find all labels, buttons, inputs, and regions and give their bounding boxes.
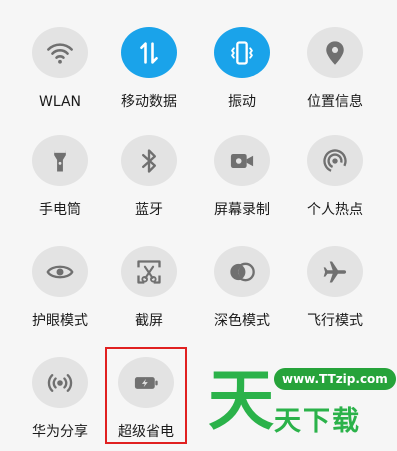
airplane-mode-toggle[interactable]: 飞行模式 <box>287 229 383 329</box>
huawei-share-label: 华为分享 <box>32 424 88 440</box>
location-icon <box>326 40 344 65</box>
screen-record-icon <box>230 153 254 168</box>
screenshot-icon <box>137 259 161 284</box>
super-power-saving-button[interactable] <box>118 357 174 408</box>
mobile-data-label: 移动数据 <box>121 94 177 110</box>
eye-comfort-label: 护眼模式 <box>32 313 88 329</box>
dark-mode-label: 深色模式 <box>214 313 270 329</box>
hotspot-button[interactable] <box>307 135 363 186</box>
wlan-button[interactable] <box>32 27 88 78</box>
dark-mode-button[interactable] <box>214 246 270 297</box>
airplane-icon <box>323 261 347 282</box>
screen-record-label: 屏幕录制 <box>214 202 270 218</box>
bluetooth-toggle[interactable]: 蓝牙 <box>101 118 197 218</box>
watermark-url: www.TTzip.com <box>274 368 396 390</box>
screen-record-button[interactable] <box>214 135 270 186</box>
screenshot-toggle[interactable]: 截屏 <box>101 229 197 329</box>
screen-record-toggle[interactable]: 屏幕录制 <box>194 118 290 218</box>
vibrate-icon <box>231 40 253 65</box>
watermark: 天 www.TTzip.com 天下载 <box>208 362 396 444</box>
airplane-mode-button[interactable] <box>307 246 363 297</box>
watermark-text: 天下载 <box>274 406 361 437</box>
huawei-share-toggle[interactable]: 华为分享 <box>12 340 108 440</box>
mobile-data-button[interactable] <box>121 27 177 78</box>
super-power-saving-label: 超级省电 <box>118 424 174 440</box>
flashlight-icon <box>54 150 66 171</box>
eye-icon <box>46 265 74 278</box>
screenshot-label: 截屏 <box>135 313 163 329</box>
huawei-share-button[interactable] <box>32 357 88 408</box>
super-power-saving-icon <box>134 376 158 389</box>
bluetooth-icon <box>142 148 156 173</box>
eye-comfort-button[interactable] <box>32 246 88 297</box>
bluetooth-button[interactable] <box>121 135 177 186</box>
huawei-share-icon <box>47 373 73 392</box>
flashlight-button[interactable] <box>32 135 88 186</box>
vibrate-toggle[interactable]: 振动 <box>194 10 290 110</box>
eye-comfort-toggle[interactable]: 护眼模式 <box>12 229 108 329</box>
bluetooth-label: 蓝牙 <box>135 202 163 218</box>
screenshot-button[interactable] <box>121 246 177 297</box>
wifi-icon <box>47 42 73 64</box>
super-power-saving-toggle[interactable]: 超级省电 <box>98 340 194 440</box>
mobile-data-toggle[interactable]: 移动数据 <box>101 10 197 110</box>
location-toggle[interactable]: 位置信息 <box>287 10 383 110</box>
location-button[interactable] <box>307 27 363 78</box>
watermark-logo-char: 天 <box>208 362 274 439</box>
dark-mode-toggle[interactable]: 深色模式 <box>194 229 290 329</box>
hotspot-label: 个人热点 <box>307 202 363 218</box>
airplane-mode-label: 飞行模式 <box>307 313 363 329</box>
flashlight-toggle[interactable]: 手电筒 <box>12 118 108 218</box>
mobile-data-icon <box>140 41 158 64</box>
vibrate-label: 振动 <box>228 94 256 110</box>
hotspot-icon <box>323 148 347 173</box>
location-label: 位置信息 <box>307 94 363 110</box>
vibrate-button[interactable] <box>214 27 270 78</box>
flashlight-label: 手电筒 <box>39 202 81 218</box>
dark-mode-icon <box>230 262 255 281</box>
hotspot-toggle[interactable]: 个人热点 <box>287 118 383 218</box>
wlan-label: WLAN <box>38 94 81 110</box>
wlan-toggle[interactable]: WLAN <box>12 10 108 110</box>
